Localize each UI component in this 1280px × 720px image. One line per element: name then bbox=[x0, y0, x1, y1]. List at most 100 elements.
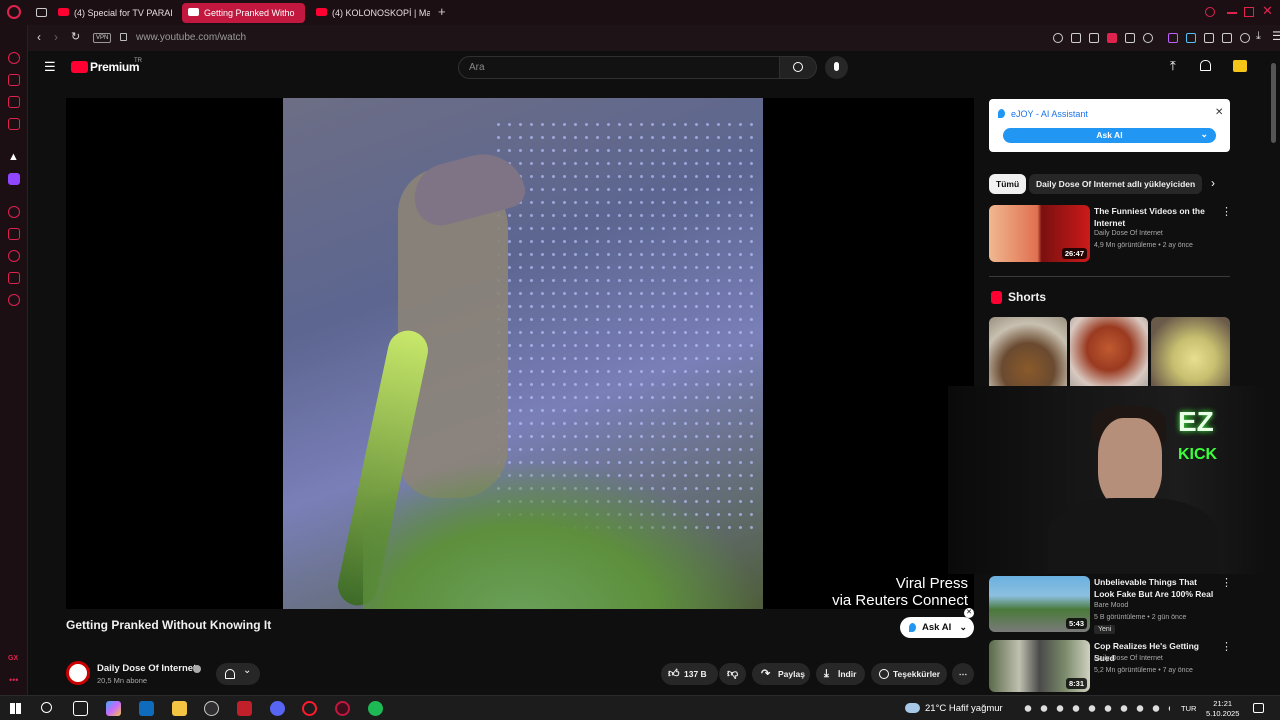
reload-icon[interactable]: ↻ bbox=[71, 30, 80, 43]
app-icon[interactable] bbox=[237, 701, 252, 716]
account-avatar[interactable] bbox=[1233, 60, 1247, 72]
task-view-icon[interactable] bbox=[73, 701, 88, 716]
copilot-icon[interactable] bbox=[106, 701, 121, 716]
history-icon[interactable] bbox=[8, 250, 20, 262]
search-input[interactable]: Ara bbox=[458, 56, 780, 79]
subscribed-bell-button[interactable]: ⌄ bbox=[216, 663, 260, 685]
minimize-button[interactable] bbox=[1227, 12, 1237, 14]
chevron-right-icon[interactable]: › bbox=[1211, 176, 1215, 190]
pocket-icon[interactable] bbox=[1107, 33, 1117, 43]
twitch-icon[interactable] bbox=[8, 173, 20, 185]
page-scrollbar[interactable] bbox=[1268, 51, 1280, 695]
chip-from-uploader[interactable]: Daily Dose Of Internet adlı yükleyiciden bbox=[1029, 174, 1203, 194]
more-actions-button[interactable]: ⋯ bbox=[952, 663, 974, 685]
back-icon[interactable]: ‹ bbox=[37, 30, 41, 44]
forward-icon[interactable]: › bbox=[54, 30, 58, 44]
recommendation-title[interactable]: Unbelievable Things That Look Fake But A… bbox=[1094, 576, 1219, 600]
opera-gx-icon[interactable] bbox=[335, 701, 350, 716]
downloads-icon[interactable]: ⤓ bbox=[1256, 30, 1261, 43]
tab-islands-icon[interactable] bbox=[36, 8, 47, 17]
thanks-button[interactable]: Teşekkürler bbox=[871, 663, 947, 685]
menu-icon[interactable]: ☰ bbox=[1272, 29, 1280, 43]
video-thumbnail[interactable]: 26:47 bbox=[989, 205, 1090, 262]
tab-special-tv[interactable]: (4) Special for TV PARAIS bbox=[52, 3, 172, 23]
weather-text[interactable]: 21°C Hafif yağmur bbox=[925, 703, 1003, 714]
tray-icons[interactable] bbox=[1020, 704, 1170, 713]
video-player[interactable]: Viral Press via Reuters Connect bbox=[66, 98, 974, 609]
chip-all[interactable]: Tümü bbox=[989, 174, 1027, 194]
more-icon[interactable]: ••• bbox=[9, 675, 18, 685]
bookmarks-icon[interactable] bbox=[8, 228, 20, 240]
short-thumbnail[interactable] bbox=[989, 317, 1067, 387]
new-tab-button[interactable]: + bbox=[438, 4, 446, 19]
social-icon[interactable] bbox=[8, 74, 20, 86]
weather-icon[interactable] bbox=[905, 703, 920, 713]
ask-ai-button[interactable]: Ask AI ⌄ bbox=[900, 617, 974, 638]
windows-start-icon[interactable] bbox=[10, 703, 21, 714]
extensions-icon[interactable] bbox=[8, 272, 20, 284]
settings-icon[interactable] bbox=[8, 294, 20, 306]
player-icon[interactable] bbox=[8, 206, 20, 218]
youtube-premium-logo[interactable]: Premium bbox=[90, 60, 140, 74]
pin-icon[interactable] bbox=[1071, 33, 1081, 43]
channel-name[interactable]: Daily Dose Of Internet bbox=[97, 663, 196, 674]
gx-icon[interactable]: GX bbox=[8, 655, 18, 662]
video-thumbnail[interactable]: 8:31 bbox=[989, 640, 1090, 692]
spotify-icon[interactable] bbox=[368, 701, 383, 716]
short-thumbnail[interactable] bbox=[1151, 317, 1230, 387]
language-indicator[interactable]: TUR bbox=[1181, 704, 1196, 713]
scrollbar-thumb[interactable] bbox=[1271, 63, 1276, 143]
heart-icon[interactable] bbox=[1143, 33, 1153, 43]
snapshot-icon[interactable] bbox=[1089, 33, 1099, 43]
opera-icon[interactable] bbox=[302, 701, 317, 716]
short-thumbnail[interactable] bbox=[1070, 317, 1148, 387]
search-icon[interactable] bbox=[41, 702, 52, 713]
mail-icon[interactable] bbox=[8, 118, 20, 130]
more-options-icon[interactable]: ⋮ bbox=[1221, 576, 1232, 589]
search-button[interactable] bbox=[779, 56, 817, 79]
translate-icon[interactable] bbox=[1186, 33, 1196, 43]
close-window-button[interactable]: ✕ bbox=[1262, 3, 1273, 19]
ejoy-ask-ai-button[interactable]: Ask AI ⌄ bbox=[1003, 128, 1216, 143]
tab-kolonoskopi[interactable]: (4) KOLONOSKOPİ | Mada bbox=[310, 3, 430, 23]
youtube-logo-icon[interactable] bbox=[71, 61, 88, 73]
vpn-badge[interactable]: VPN bbox=[93, 33, 112, 43]
recommendation-channel[interactable]: Daily Dose Of Internet bbox=[1094, 655, 1163, 662]
player-control-icon[interactable] bbox=[1125, 33, 1135, 43]
file-explorer-icon[interactable] bbox=[172, 701, 187, 716]
video-thumbnail[interactable]: 5:43 bbox=[989, 576, 1090, 632]
dislike-button[interactable]: 👎︎ bbox=[719, 663, 746, 685]
recommendation-title[interactable]: The Funniest Videos on the Internet bbox=[1094, 205, 1214, 229]
hamburger-menu-icon[interactable]: ☰ bbox=[44, 59, 56, 75]
download-button[interactable]: ⤓ İndir bbox=[816, 663, 865, 685]
channel-avatar[interactable] bbox=[66, 661, 90, 685]
aria-icon[interactable] bbox=[8, 52, 20, 64]
system-clock[interactable]: 21:21 5.10.2025 bbox=[1206, 699, 1239, 719]
url-field[interactable]: www.youtube.com/watch bbox=[136, 32, 246, 43]
more-options-icon[interactable]: ⋮ bbox=[1221, 205, 1232, 218]
obs-icon[interactable] bbox=[204, 701, 219, 716]
audio-icon[interactable] bbox=[1168, 33, 1178, 43]
more-options-icon[interactable]: ⋮ bbox=[1221, 640, 1232, 653]
notifications-bell-icon[interactable] bbox=[1200, 60, 1211, 71]
close-icon[interactable]: ✕ bbox=[964, 608, 974, 618]
opera-logo-icon[interactable] bbox=[7, 5, 21, 19]
zoom-icon[interactable] bbox=[1053, 33, 1063, 43]
recommendation-channel[interactable]: Bare Mood bbox=[1094, 602, 1128, 609]
discord-icon[interactable] bbox=[270, 701, 285, 716]
ejoy-extension-icon[interactable] bbox=[1204, 33, 1214, 43]
app-icon[interactable]: ▲ bbox=[8, 151, 19, 163]
ejoy-close-icon[interactable]: ✕ bbox=[1215, 107, 1223, 118]
extensions-puzzle-icon[interactable] bbox=[1222, 33, 1232, 43]
maximize-button[interactable] bbox=[1244, 7, 1254, 17]
messenger-icon[interactable] bbox=[8, 96, 20, 108]
recommendation-channel[interactable]: Daily Dose Of Internet bbox=[1094, 230, 1163, 237]
notification-icon[interactable] bbox=[1253, 703, 1264, 713]
outlook-icon[interactable] bbox=[139, 701, 154, 716]
search-tabs-icon[interactable] bbox=[1205, 7, 1215, 17]
voice-search-button[interactable] bbox=[825, 56, 848, 79]
like-button[interactable]: 👍︎ 137 B bbox=[661, 663, 718, 685]
tab-getting-pranked[interactable]: Getting Pranked Witho bbox=[182, 3, 305, 23]
share-button[interactable]: ↷ Paylaş bbox=[752, 663, 810, 685]
upload-icon[interactable]: ⤒ bbox=[1170, 58, 1176, 74]
